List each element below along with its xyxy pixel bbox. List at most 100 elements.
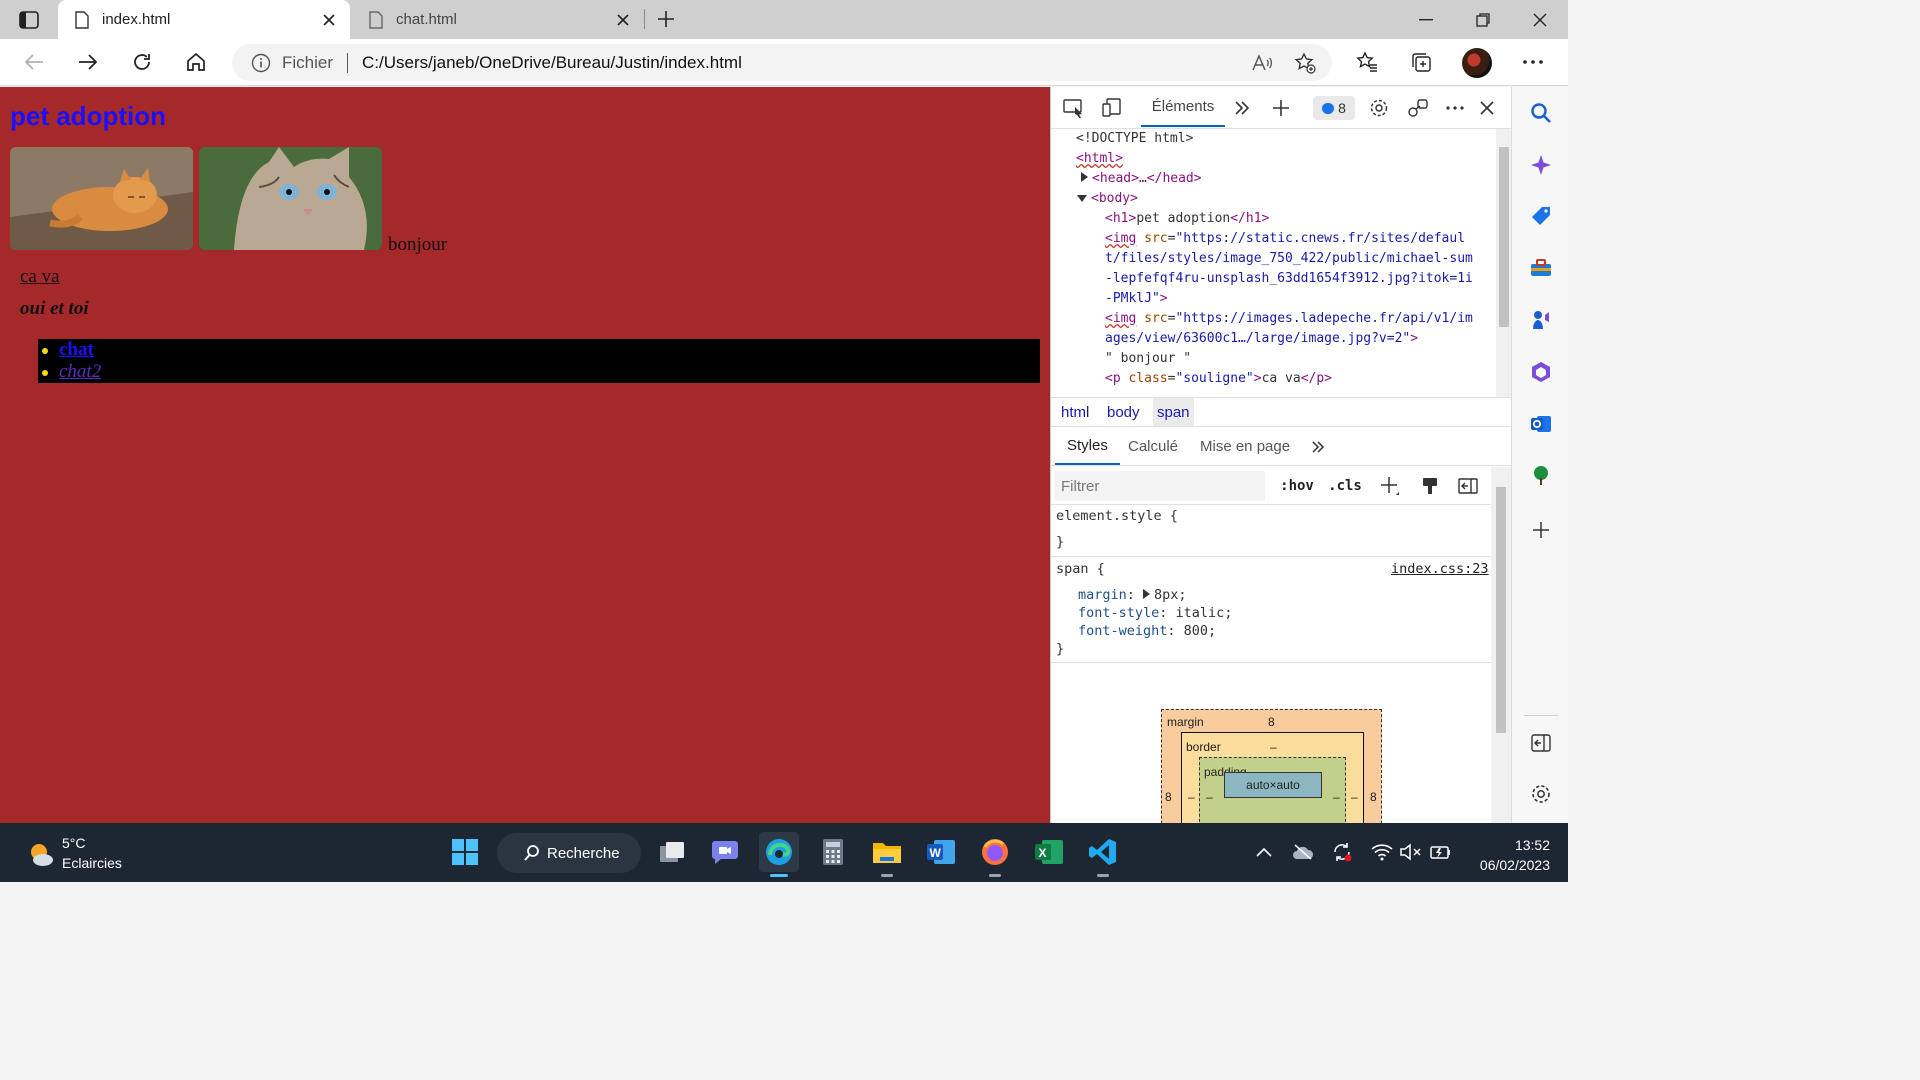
url-text[interactable]: C:/Users/janeb/OneDrive/Bureau/Justin/in… [362,53,742,73]
address-bar[interactable]: Fichier C:/Users/janeb/OneDrive/Bureau/J… [232,44,1332,81]
margin-left-value[interactable]: 8 [1165,790,1172,804]
tab-chat[interactable]: chat.html [352,0,644,39]
teams-chat-button[interactable] [705,832,745,872]
start-button[interactable] [445,832,485,872]
calculator-button[interactable] [813,832,853,872]
dom-doctype[interactable]: <!DOCTYPE html> [1076,129,1193,149]
firefox-button[interactable] [975,832,1015,877]
margin-right-value[interactable]: 8 [1370,790,1377,804]
show-hidden-icons-button[interactable] [1249,837,1279,867]
connect-button[interactable] [1403,93,1433,123]
color-format-button[interactable] [1417,471,1443,501]
settings-menu-button[interactable] [1515,45,1551,79]
breadcrumb-span[interactable]: span [1153,398,1194,426]
excel-button[interactable]: X [1029,832,1069,872]
breadcrumb-html[interactable]: html [1057,398,1093,426]
element-style-selector[interactable]: element.style { [1056,508,1178,524]
sidebar-settings-button[interactable] [1526,779,1556,809]
vscode-button[interactable] [1083,832,1123,877]
restore-button[interactable] [1455,0,1511,39]
sidebar-tools-button[interactable] [1526,253,1556,283]
more-tabs-button[interactable] [1227,93,1257,123]
taskbar-clock[interactable]: 13:52 06/02/2023 [1460,835,1550,875]
sidebar-games-button[interactable] [1526,305,1556,335]
forward-button[interactable] [70,45,106,79]
box-model-content[interactable]: auto×auto [1224,772,1322,798]
sidebar-drop-button[interactable] [1526,460,1556,490]
devtools-more-button[interactable] [1440,93,1470,123]
span-rule-selector[interactable]: span { [1056,561,1105,577]
sidebar-search-button[interactable] [1526,98,1556,128]
add-favorite-button[interactable] [1290,48,1320,78]
inspect-button[interactable] [1059,93,1089,123]
dom-scrollbar[interactable] [1496,129,1511,397]
device-emulation-button[interactable] [1097,93,1127,123]
border-right-value[interactable]: – [1351,790,1358,804]
sidebar-outlook-button[interactable] [1526,409,1556,439]
profile-avatar[interactable] [1462,48,1492,78]
margin-top-value[interactable]: 8 [1268,715,1275,729]
dom-h1-node[interactable]: <h1>pet adoption</h1> [1105,209,1269,229]
tab-elements[interactable]: Éléments [1141,87,1225,127]
close-window-button[interactable] [1512,0,1568,39]
chat2-link[interactable]: chat2 [59,361,101,382]
dom-scroll-thumb[interactable] [1499,147,1509,327]
battery-tray-button[interactable] [1425,837,1455,867]
breadcrumb-body[interactable]: body [1103,398,1144,426]
expand-triangle-icon[interactable] [1143,589,1151,599]
weather-widget[interactable]: 5°C Eclaircies [24,833,164,873]
volume-tray-button[interactable] [1396,837,1426,867]
styles-scrollbar[interactable] [1491,467,1511,823]
tab-actions-button[interactable] [10,6,48,34]
sync-tray-button[interactable] [1327,837,1357,867]
info-icon[interactable] [250,52,272,74]
dom-text-node[interactable]: " bonjour " [1105,349,1191,369]
read-aloud-button[interactable] [1247,48,1277,78]
collapse-triangle-icon[interactable] [1077,195,1087,202]
hover-state-toggle[interactable]: :hov [1279,471,1315,501]
dom-img2-node[interactable]: <img src="https://images.ladepeche.fr/ap… [1105,309,1473,329]
expand-triangle-icon[interactable] [1081,172,1088,182]
styles-scroll-thumb[interactable] [1496,487,1506,733]
class-toggle[interactable]: .cls [1327,471,1363,501]
minimize-button[interactable] [1398,0,1454,39]
font-weight-declaration[interactable]: font-weight: 800; [1078,623,1216,639]
onedrive-tray-button[interactable] [1288,837,1318,867]
tab-computed[interactable]: Calculé [1128,428,1178,465]
border-left-value[interactable]: – [1188,790,1195,804]
new-rule-button[interactable] [1377,471,1403,501]
padding-right-value[interactable]: – [1333,790,1340,804]
favorites-button[interactable] [1349,45,1385,79]
task-view-button[interactable] [652,832,692,872]
refresh-button[interactable] [124,45,160,79]
dom-body-node[interactable]: <body> [1077,189,1138,209]
hide-sidebar-button[interactable] [1526,728,1556,758]
file-explorer-button[interactable] [867,832,907,877]
new-tab-button[interactable] [650,4,682,34]
tab-layout[interactable]: Mise en page [1200,428,1290,465]
edge-taskbar-button[interactable] [759,832,799,877]
close-devtools-button[interactable] [1472,93,1502,123]
sidebar-add-button[interactable] [1526,515,1556,545]
chat-link[interactable]: chat [59,339,94,360]
font-style-declaration[interactable]: font-style: italic; [1078,605,1232,621]
dom-html-node[interactable]: <html> [1076,149,1123,169]
sidebar-shopping-button[interactable] [1526,201,1556,231]
back-button[interactable] [16,45,52,79]
margin-declaration[interactable]: margin: 8px; [1078,587,1187,603]
source-link[interactable]: index.css:23 [1391,561,1489,577]
styles-filter-input[interactable]: Filtrer [1055,471,1265,501]
dom-head-node[interactable]: <head>…</head> [1081,169,1202,189]
word-button[interactable]: W [921,832,961,872]
tab-styles[interactable]: Styles [1055,428,1120,465]
sidebar-office-button[interactable] [1526,357,1556,387]
border-top-value[interactable]: – [1270,740,1277,754]
toggle-sidebar-button[interactable] [1455,471,1481,501]
devtools-settings-button[interactable] [1364,93,1394,123]
padding-left-value[interactable]: – [1206,790,1213,804]
more-style-tabs-button[interactable] [1311,428,1325,465]
wifi-tray-button[interactable] [1367,837,1397,867]
collections-button[interactable] [1403,45,1439,79]
tab-index[interactable]: index.html [58,0,350,39]
close-tab-button[interactable] [608,5,638,35]
